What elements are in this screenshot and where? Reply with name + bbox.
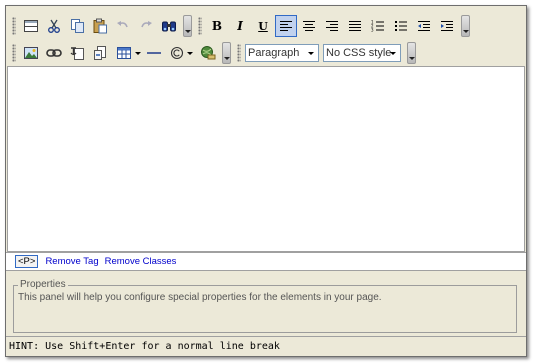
bulleted-list-icon: [394, 19, 408, 33]
align-right-button[interactable]: [321, 15, 343, 37]
spell-check-button[interactable]: [197, 42, 219, 64]
indent-icon: [440, 19, 454, 33]
insert-file-button[interactable]: [89, 42, 111, 64]
insert-anchor-button[interactable]: [66, 42, 88, 64]
css-style-select[interactable]: No CSS style: [323, 44, 401, 62]
current-tag-chip[interactable]: <P>: [15, 255, 39, 268]
toolbar-options-button[interactable]: [183, 15, 192, 37]
chevron-down-icon: [304, 45, 318, 61]
insert-image-button[interactable]: [20, 42, 42, 64]
bold-button[interactable]: B: [206, 15, 228, 37]
align-justify-icon: [348, 19, 362, 33]
table-icon: [116, 45, 132, 61]
copy-icon: [69, 18, 85, 34]
tag-inspector-bar: <P> Remove Tag Remove Classes: [6, 252, 526, 270]
scissors-icon: [46, 18, 62, 34]
horizontal-rule-button[interactable]: [143, 42, 165, 64]
properties-fieldset: This panel will help you configure speci…: [13, 285, 517, 333]
toolbar-options-button[interactable]: [407, 42, 416, 64]
outdent-button[interactable]: [413, 15, 435, 37]
indent-button[interactable]: [436, 15, 458, 37]
italic-label: I: [237, 19, 243, 33]
chevron-down-icon: [187, 51, 193, 55]
toolbar-options-button[interactable]: [461, 15, 470, 37]
toolbar-grip[interactable]: [198, 17, 202, 35]
toolbar-options-button[interactable]: [222, 42, 231, 64]
clipboard-icon: [92, 18, 108, 34]
unordered-list-button[interactable]: [390, 15, 412, 37]
remove-tag-link[interactable]: Remove Tag: [45, 256, 98, 267]
align-left-icon: [279, 19, 293, 33]
remove-classes-link[interactable]: Remove Classes: [105, 256, 177, 267]
chevron-down-icon: [386, 45, 400, 61]
editor-content-area[interactable]: [7, 66, 525, 252]
globe-spell-icon: [200, 45, 216, 61]
outdent-icon: [417, 19, 431, 33]
numbered-list-icon: 123: [371, 19, 385, 33]
align-right-icon: [325, 19, 339, 33]
align-justify-button[interactable]: [344, 15, 366, 37]
insert-table-button[interactable]: [112, 42, 142, 64]
toolbar-grip[interactable]: [237, 44, 241, 62]
svg-text:3: 3: [371, 28, 374, 33]
image-icon: [23, 45, 39, 61]
properties-legend: Properties: [18, 279, 68, 290]
undo-icon: [115, 18, 131, 34]
find-button[interactable]: [158, 15, 180, 37]
cut-button[interactable]: [43, 15, 65, 37]
toolbar-grip[interactable]: [12, 44, 16, 62]
underline-label: U: [258, 19, 268, 33]
align-left-button[interactable]: [275, 15, 297, 37]
paragraph-format-value: Paragraph: [248, 47, 300, 59]
redo-icon: [138, 18, 154, 34]
redo-button[interactable]: [135, 15, 157, 37]
paste-button[interactable]: [89, 15, 111, 37]
toolbar-grip[interactable]: [12, 17, 16, 35]
properties-panel: This panel will help you configure speci…: [6, 270, 526, 336]
chevron-down-icon: [135, 51, 141, 55]
hint-bar: HINT: Use Shift+Enter for a normal line …: [6, 336, 526, 356]
copy-button[interactable]: [66, 15, 88, 37]
underline-button[interactable]: U: [252, 15, 274, 37]
bold-label: B: [211, 19, 223, 33]
properties-description: This panel will help you configure speci…: [18, 292, 382, 303]
undo-button[interactable]: [112, 15, 134, 37]
window-icon: [23, 18, 39, 34]
align-center-icon: [302, 19, 316, 33]
align-center-button[interactable]: [298, 15, 320, 37]
html-mode-button[interactable]: [20, 15, 42, 37]
horizontal-rule-icon: [146, 45, 162, 61]
toolbar-row-1: B I U 1 2 3: [12, 13, 476, 39]
special-characters-button[interactable]: [166, 42, 196, 64]
paragraph-format-select[interactable]: Paragraph: [245, 44, 319, 62]
document-link-icon: [92, 45, 108, 61]
binoculars-icon: [161, 18, 177, 34]
toolbar-area: B I U 1 2 3 Paragraph No CSS style: [6, 6, 526, 66]
italic-button[interactable]: I: [229, 15, 251, 37]
chain-link-icon: [46, 45, 62, 61]
html-editor: B I U 1 2 3 Paragraph No CSS style <P> R…: [5, 5, 527, 357]
hint-text: HINT: Use Shift+Enter for a normal line …: [9, 341, 280, 352]
css-style-value: No CSS style: [326, 47, 392, 59]
anchor-icon: [69, 45, 85, 61]
toolbar-row-2: Paragraph No CSS style: [12, 40, 422, 66]
copyright-icon: [170, 46, 184, 60]
insert-link-button[interactable]: [43, 42, 65, 64]
ordered-list-button[interactable]: 123: [367, 15, 389, 37]
